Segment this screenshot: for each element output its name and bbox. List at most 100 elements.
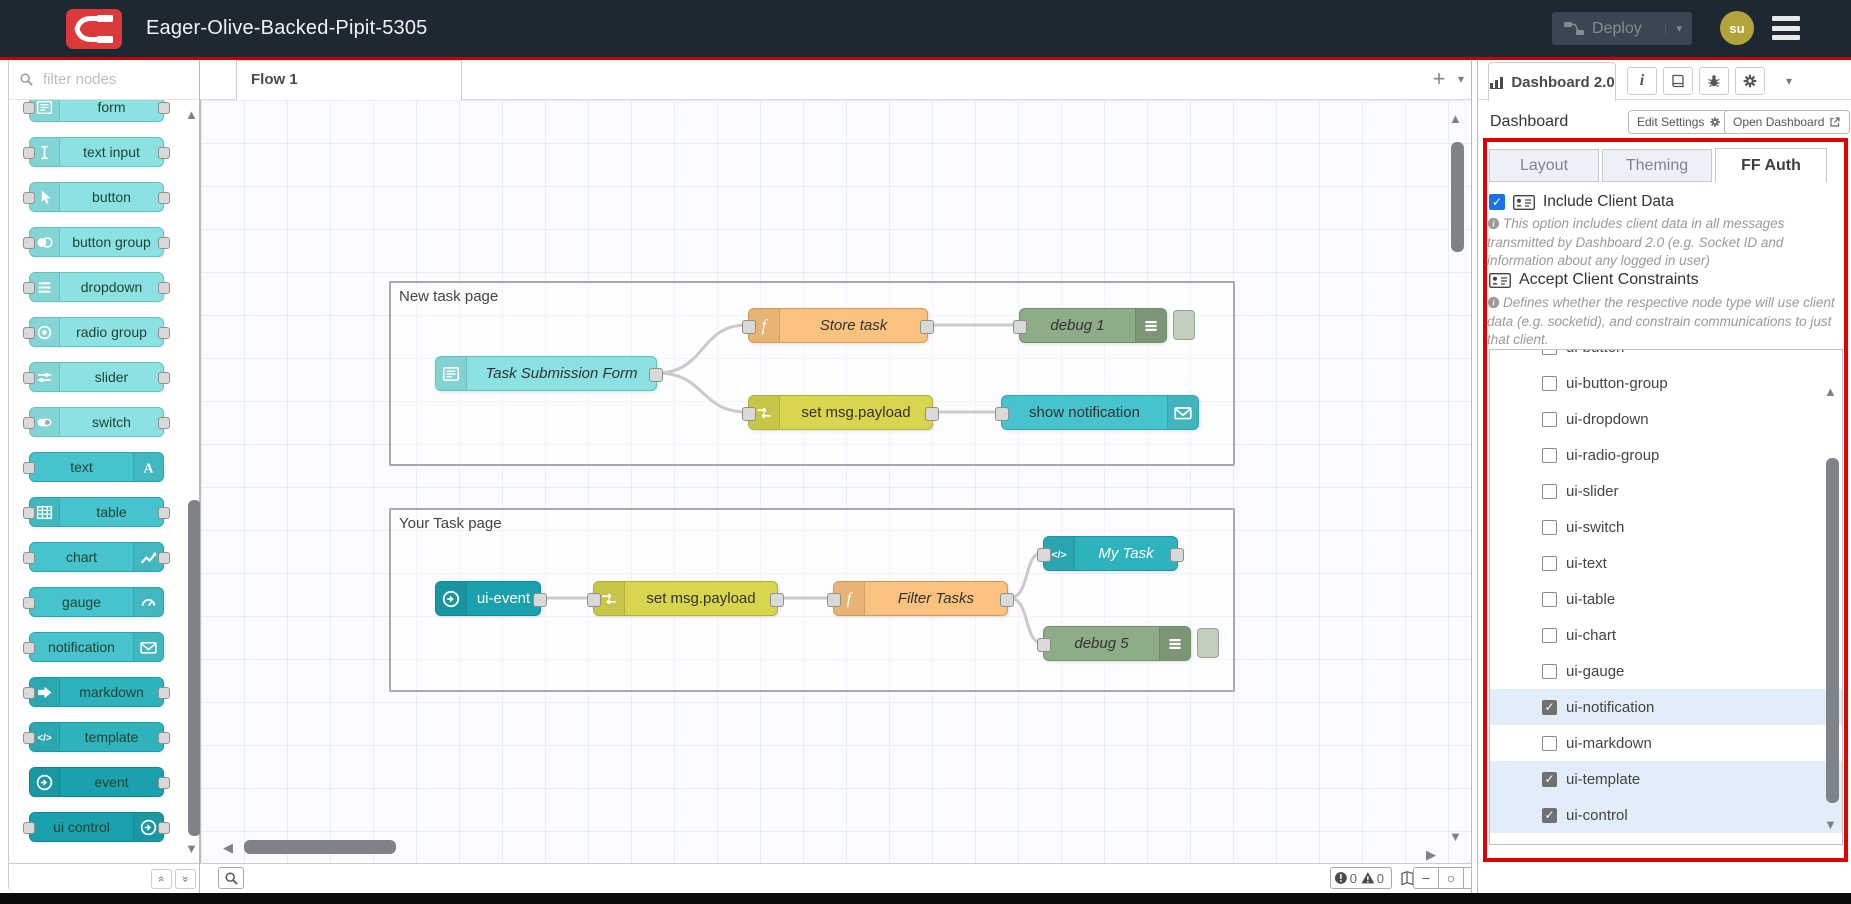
node-type-row-ui-chart[interactable]: ui-chart (1490, 617, 1842, 653)
output-port[interactable] (158, 507, 170, 519)
node-type-checkbox[interactable] (1542, 412, 1557, 427)
output-port[interactable] (158, 417, 170, 429)
list-scroll-up-icon[interactable]: ▲ (1824, 385, 1837, 398)
palette-node-text-input[interactable]: text input (29, 137, 164, 167)
palette-node-ui-control[interactable]: ui control (29, 812, 164, 842)
palette-node-radio-group[interactable]: radio group (29, 317, 164, 347)
input-port[interactable] (23, 417, 35, 429)
palette-node-template[interactable]: </>template (29, 722, 164, 752)
avatar[interactable]: su (1720, 11, 1754, 45)
input-port[interactable] (742, 320, 756, 334)
canvas-scroll-up-icon[interactable]: ▲ (1449, 112, 1462, 125)
palette-node-button[interactable]: button (29, 182, 164, 212)
node-type-row-ui-switch[interactable]: ui-switch (1490, 509, 1842, 545)
expand-all-button[interactable]: » (175, 869, 196, 889)
output-port[interactable] (158, 552, 170, 564)
input-port[interactable] (742, 407, 756, 421)
collapse-all-button[interactable]: « (151, 869, 172, 889)
palette-node-gauge[interactable]: gauge (29, 587, 164, 617)
node-type-row-ui-table[interactable]: ui-table (1490, 581, 1842, 617)
output-port[interactable] (533, 593, 547, 607)
node-type-row-ui-button-group[interactable]: ui-button-group (1490, 365, 1842, 401)
input-port[interactable] (23, 822, 35, 834)
output-port[interactable] (158, 282, 170, 294)
node-type-row-ui-text[interactable]: ui-text (1490, 545, 1842, 581)
include-client-data-checkbox[interactable]: ✓ (1489, 194, 1505, 210)
output-port[interactable] (925, 407, 939, 421)
node-type-checkbox[interactable] (1542, 520, 1557, 535)
node-type-checkbox[interactable] (1542, 628, 1557, 643)
canvas-scroll-right-icon[interactable]: ▶ (1426, 848, 1436, 861)
input-port[interactable] (23, 507, 35, 519)
input-port[interactable] (23, 372, 35, 384)
canvas-scroll-left-icon[interactable]: ◀ (223, 841, 233, 854)
palette-node-event[interactable]: event (29, 767, 164, 797)
node-type-row-ui-control[interactable]: ✓ui-control (1490, 797, 1842, 833)
edit-settings-button[interactable]: Edit Settings (1628, 110, 1730, 134)
input-port[interactable] (1037, 548, 1051, 562)
search-input[interactable] (41, 70, 175, 89)
output-port[interactable] (158, 102, 170, 114)
input-port[interactable] (23, 642, 35, 654)
input-port[interactable] (1037, 638, 1051, 652)
tab-theming[interactable]: Theming (1602, 149, 1712, 182)
node-my-task[interactable]: </> My Task (1043, 536, 1178, 571)
flow-canvas[interactable]: New task page Your Task page Task Submis… (200, 100, 1471, 863)
tab-dashboard-2[interactable]: Dashboard 2.0 (1488, 62, 1616, 101)
output-port[interactable] (158, 372, 170, 384)
flow-list-caret-icon[interactable]: ▾ (1458, 72, 1464, 86)
help-tab-button[interactable] (1663, 67, 1693, 95)
node-type-row-ui-dropdown[interactable]: ui-dropdown (1490, 401, 1842, 437)
input-port[interactable] (23, 597, 35, 609)
palette-node-chart[interactable]: chart (29, 542, 164, 572)
output-port[interactable] (1000, 593, 1014, 607)
palette-node-table[interactable]: table (29, 497, 164, 527)
canvas-hscrollbar[interactable] (244, 840, 396, 854)
node-type-checkbox[interactable]: ✓ (1542, 808, 1557, 823)
node-show-notification[interactable]: show notification (1001, 395, 1199, 430)
debug-tab-button[interactable] (1699, 67, 1729, 95)
node-type-checkbox[interactable] (1542, 376, 1557, 391)
node-type-checkbox[interactable] (1542, 736, 1557, 751)
canvas-scroll-down-icon[interactable]: ▼ (1449, 830, 1462, 843)
input-port[interactable] (1013, 320, 1027, 334)
config-tab-button[interactable] (1735, 67, 1765, 95)
node-type-checkbox[interactable] (1542, 664, 1557, 679)
palette-node-switch[interactable]: switch (29, 407, 164, 437)
input-port[interactable] (23, 732, 35, 744)
node-type-row-ui-radio-group[interactable]: ui-radio-group (1490, 437, 1842, 473)
output-port[interactable] (158, 822, 170, 834)
input-port[interactable] (23, 102, 35, 114)
node-type-checkbox[interactable] (1542, 349, 1557, 355)
input-port[interactable] (995, 407, 1009, 421)
output-port[interactable] (649, 368, 663, 382)
tab-layout[interactable]: Layout (1489, 149, 1599, 182)
input-port[interactable] (23, 192, 35, 204)
node-filter-tasks[interactable]: f Filter Tasks (833, 581, 1008, 616)
input-port[interactable] (23, 462, 35, 474)
main-menu-button[interactable] (1772, 16, 1800, 40)
output-port[interactable] (158, 732, 170, 744)
palette-scroll-up-icon[interactable]: ▲ (185, 108, 198, 121)
node-type-row-ui-button[interactable]: ui-button (1490, 349, 1842, 365)
output-port[interactable] (158, 237, 170, 249)
node-type-checkbox[interactable] (1542, 448, 1557, 463)
output-port[interactable] (770, 593, 784, 607)
input-port[interactable] (827, 593, 841, 607)
input-port[interactable] (23, 237, 35, 249)
deploy-caret-icon[interactable]: ▾ (1665, 22, 1692, 35)
open-dashboard-button[interactable]: Open Dashboard (1724, 110, 1850, 134)
palette-scroll-down-icon[interactable]: ▼ (185, 842, 198, 855)
palette-node-notification[interactable]: notification (29, 632, 164, 662)
input-port[interactable] (23, 552, 35, 564)
palette-node-dropdown[interactable]: dropdown (29, 272, 164, 302)
palette-node-slider[interactable]: slider (29, 362, 164, 392)
output-port[interactable] (158, 192, 170, 204)
deploy-button[interactable]: Deploy ▾ (1552, 12, 1692, 45)
list-scroll-down-icon[interactable]: ▼ (1824, 818, 1837, 831)
canvas-vscrollbar[interactable] (1451, 142, 1464, 252)
node-store-task[interactable]: f Store task (748, 308, 928, 343)
add-flow-button[interactable]: + (1425, 66, 1453, 94)
zoom-out-button[interactable]: − (1414, 868, 1438, 888)
node-type-checkbox[interactable]: ✓ (1542, 772, 1557, 787)
